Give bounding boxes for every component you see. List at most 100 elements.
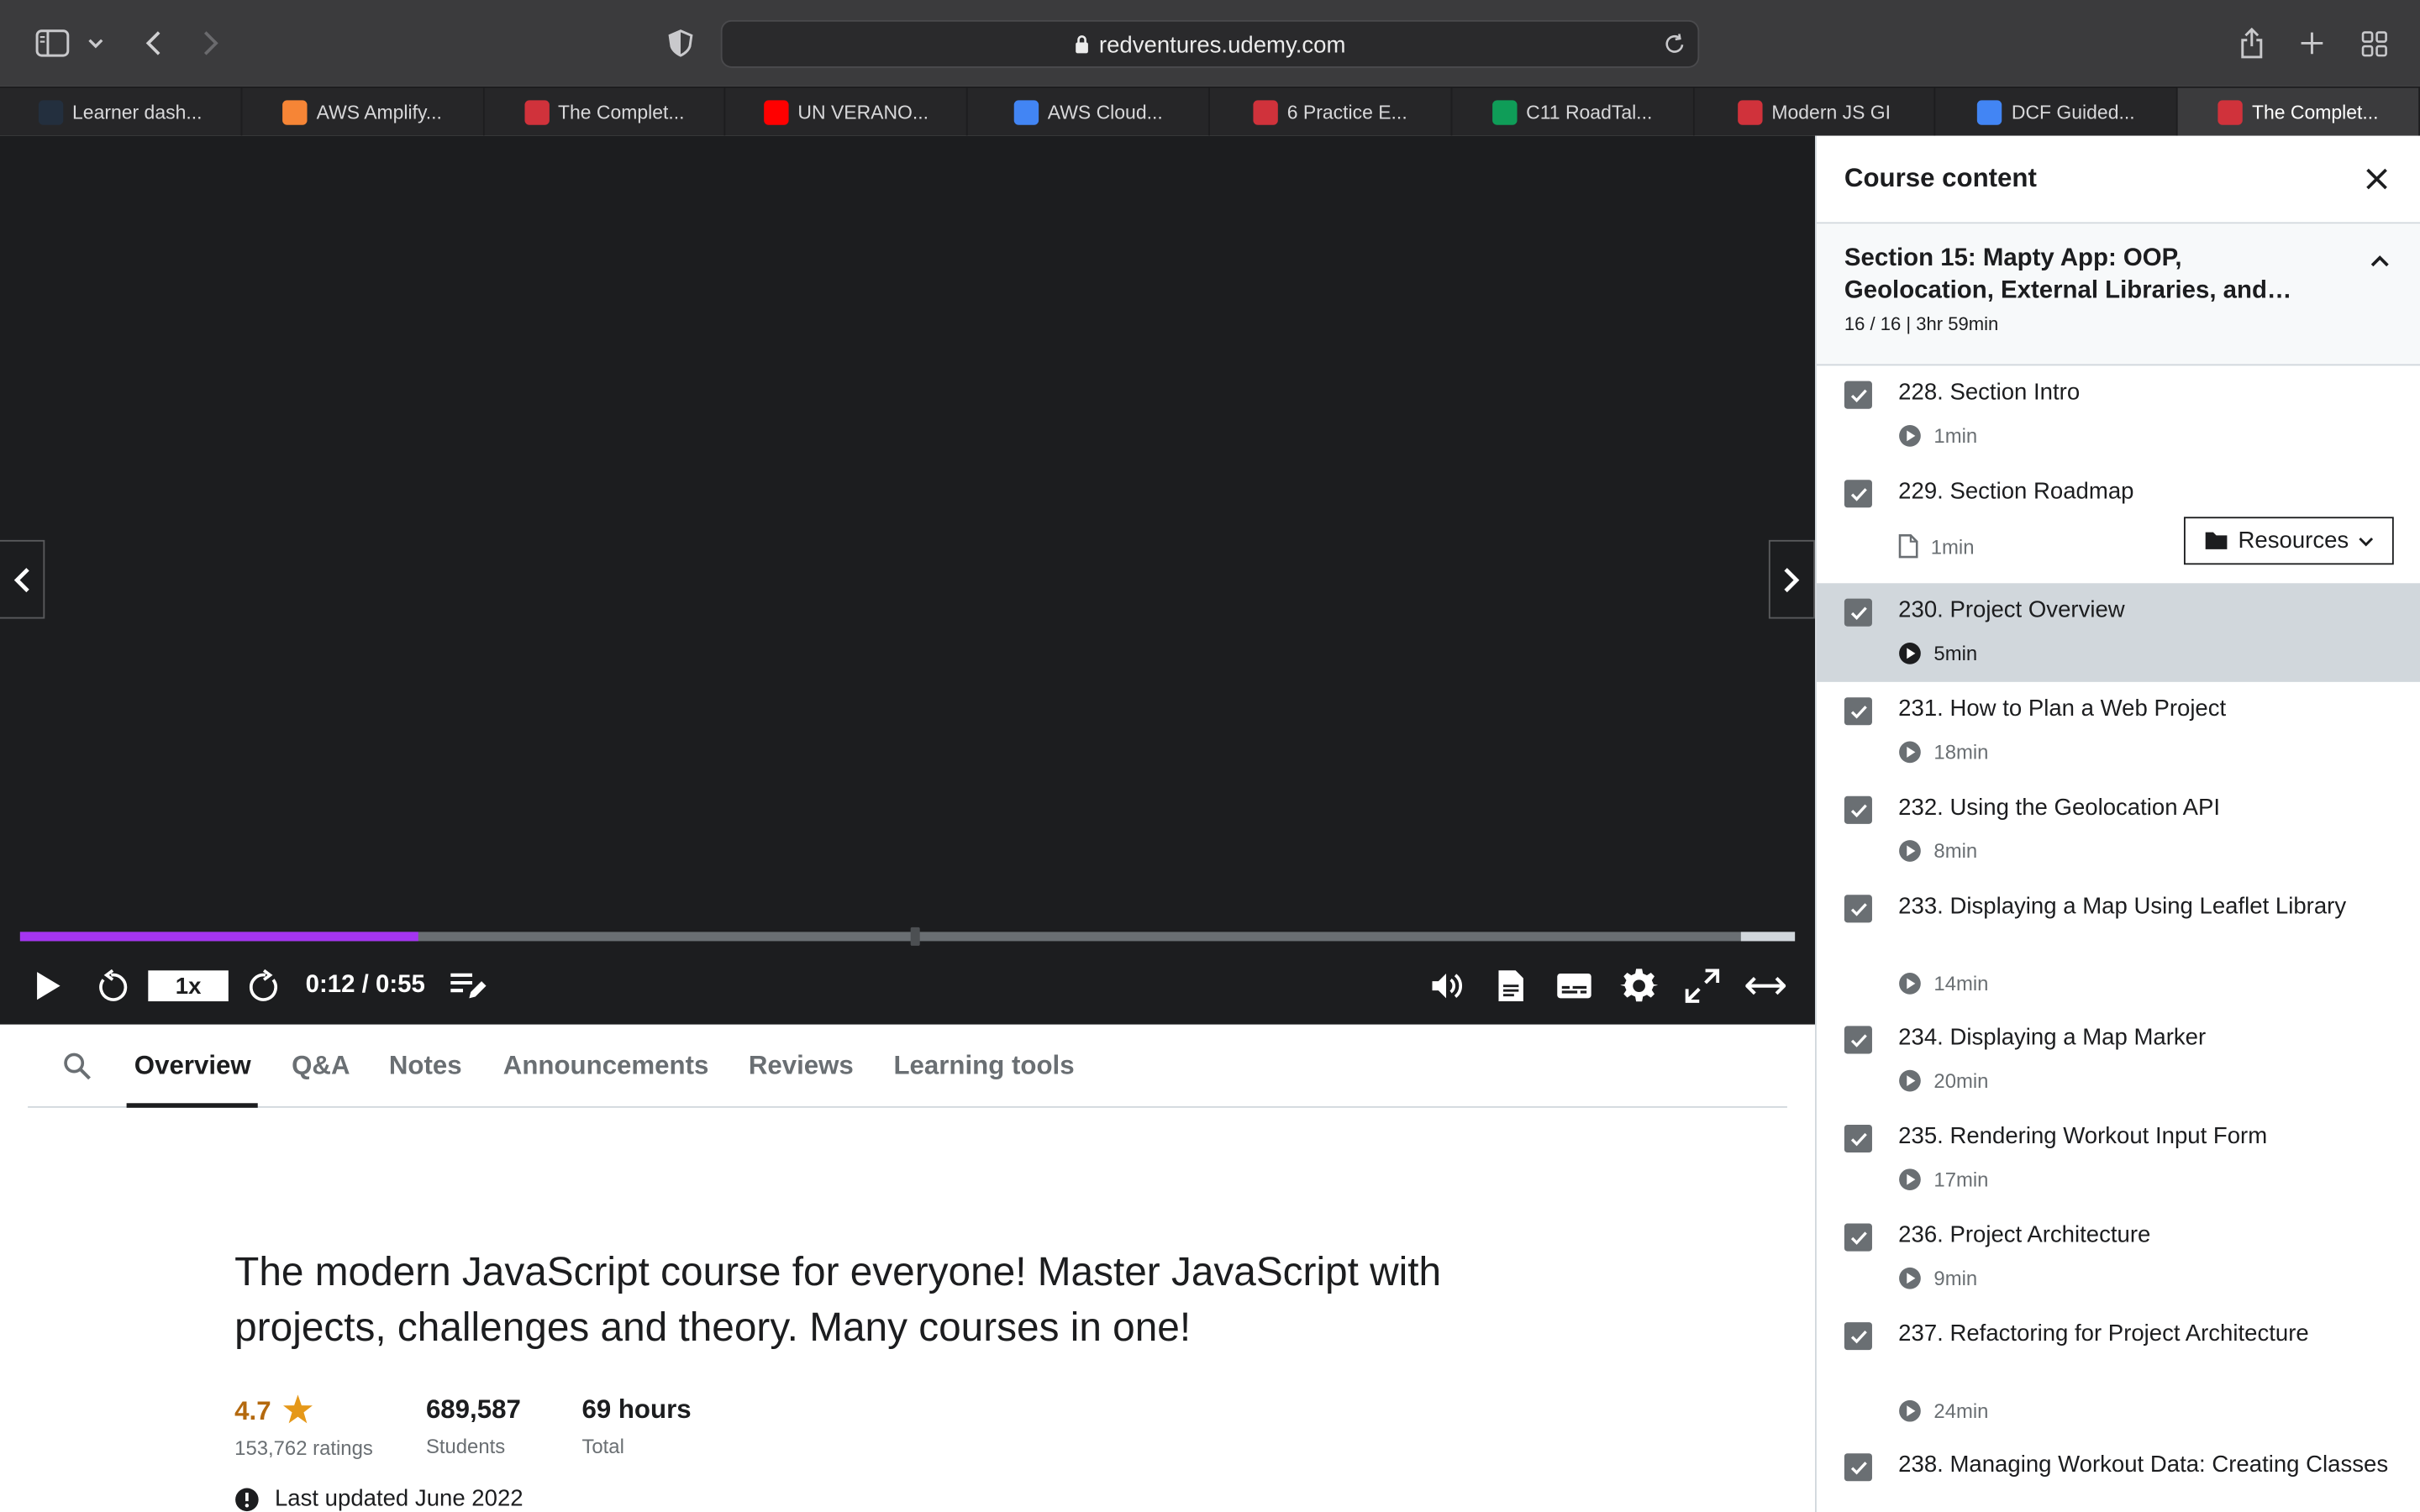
browser-tab[interactable]: DCF Guided...: [1936, 87, 2178, 136]
expand-width-button[interactable]: [1744, 966, 1787, 1006]
star-icon: [283, 1394, 313, 1424]
completed-checkbox[interactable]: [1844, 895, 1872, 923]
file-icon: [1898, 534, 1918, 559]
new-tab-icon[interactable]: [2295, 18, 2328, 68]
browser-tab[interactable]: AWS Cloud...: [968, 87, 1210, 136]
lecture-item[interactable]: 230. Project Overview 5min: [1816, 583, 2420, 682]
aws-favicon-icon: [38, 99, 64, 124]
progress-marker: [910, 927, 920, 946]
forward-icon[interactable]: [194, 18, 228, 68]
last-updated-text: Last updated June 2022: [274, 1485, 523, 1512]
last-updated: Last updated June 2022: [234, 1486, 523, 1512]
privacy-shield-icon[interactable]: [664, 18, 697, 68]
lecture-item[interactable]: 237. Refactoring for Project Architectur…: [1817, 1307, 2420, 1438]
reload-icon[interactable]: [1664, 33, 1688, 57]
course-tabs: Overview Q&A Notes Announcements Reviews…: [28, 1025, 1787, 1108]
back-icon[interactable]: [136, 18, 170, 68]
browser-tab[interactable]: The Complet...: [2177, 87, 2420, 136]
share-icon[interactable]: [2235, 18, 2269, 68]
completed-checkbox[interactable]: [1844, 598, 1872, 627]
checkmark-icon: [1849, 1231, 1866, 1244]
video-player[interactable]: 1x 0:12 / 0:55: [0, 135, 1816, 1025]
tab-qa[interactable]: Q&A: [292, 1051, 350, 1082]
chevron-down-icon[interactable]: [83, 18, 108, 68]
add-note-button[interactable]: [448, 966, 488, 1006]
browser-tab[interactable]: UN VERANO...: [726, 87, 968, 136]
completed-checkbox[interactable]: [1844, 1453, 1872, 1482]
lecture-item[interactable]: 238. Managing Workout Data: Creating Cla…: [1817, 1438, 2420, 1512]
forward-button[interactable]: [244, 966, 284, 1006]
udemy-favicon-icon: [2217, 99, 2243, 124]
hours-stat: 69 hours Total: [581, 1394, 691, 1457]
lecture-item[interactable]: 234. Displaying a Map Marker 20min: [1817, 1011, 2420, 1110]
browser-tab-label: The Complet...: [2251, 101, 2379, 123]
tab-overview-icon[interactable]: [2357, 18, 2391, 68]
browser-tab[interactable]: Modern JS GI: [1694, 87, 1936, 136]
transcript-button[interactable]: [1492, 966, 1529, 1006]
chevron-up-icon[interactable]: [2369, 249, 2391, 276]
browser-tab[interactable]: Learner dash...: [0, 87, 242, 136]
play-circle-icon: [1899, 840, 1921, 862]
students-stat: 689,587 Students: [426, 1394, 521, 1457]
browser-tab[interactable]: C11 RoadTal...: [1452, 87, 1694, 136]
search-icon[interactable]: [63, 1053, 91, 1088]
amplify-favicon-icon: [282, 99, 308, 124]
rewind-button[interactable]: [92, 966, 133, 1006]
fast-forward-icon: [249, 969, 277, 1001]
close-sidebar-button[interactable]: [2363, 165, 2391, 193]
previous-lecture-button[interactable]: [0, 539, 45, 619]
tab-reviews[interactable]: Reviews: [749, 1051, 854, 1082]
completed-checkbox[interactable]: [1844, 381, 1872, 409]
playback-speed-button[interactable]: 1x: [148, 970, 229, 1002]
resources-button[interactable]: Resources: [2183, 517, 2394, 565]
sidebar-toggle-icon[interactable]: [31, 18, 74, 68]
completed-checkbox[interactable]: [1844, 697, 1872, 726]
browser-tab-label: AWS Amplify...: [316, 101, 442, 123]
lecture-title: 238. Managing Workout Data: Creating Cla…: [1898, 1452, 2389, 1478]
tab-notes[interactable]: Notes: [389, 1051, 462, 1082]
video-progress-bar[interactable]: [19, 927, 1796, 946]
settings-button[interactable]: [1619, 966, 1660, 1006]
section-header[interactable]: Section 15: Mapty App: OOP, Geolocation,…: [1816, 223, 2420, 366]
note-edit-icon: [450, 973, 487, 999]
completed-checkbox[interactable]: [1844, 795, 1872, 824]
gear-icon: [1620, 969, 1658, 1002]
lecture-item[interactable]: 229. Section Roadmap 1min Resources: [1817, 465, 2420, 583]
completed-checkbox[interactable]: [1844, 1322, 1872, 1351]
rewind-icon: [99, 969, 128, 1001]
volume-icon: [1432, 973, 1462, 999]
lecture-item[interactable]: 232. Using the Geolocation API 8min: [1817, 780, 2420, 879]
captions-button[interactable]: [1555, 966, 1595, 1006]
browser-tab[interactable]: AWS Amplify...: [242, 87, 484, 136]
browser-tab[interactable]: The Complet...: [484, 87, 726, 136]
next-lecture-button[interactable]: [1768, 539, 1816, 619]
address-bar[interactable]: redventures.udemy.com: [720, 19, 1700, 68]
completed-checkbox[interactable]: [1844, 1026, 1872, 1054]
completed-checkbox[interactable]: [1844, 1124, 1872, 1153]
course-content-sidebar: Course content Section 15: Mapty App: OO…: [1815, 135, 2420, 1512]
lecture-duration: 18min: [1898, 741, 1988, 764]
play-button[interactable]: [31, 966, 65, 1006]
completed-checkbox[interactable]: [1844, 1223, 1872, 1252]
lecture-item[interactable]: 231. How to Plan a Web Project 18min: [1817, 682, 2420, 781]
tab-announcements[interactable]: Announcements: [503, 1051, 709, 1082]
students-label: Students: [425, 1435, 506, 1458]
time-display: 0:12 / 0:55: [305, 972, 425, 999]
lecture-item[interactable]: 233. Displaying a Map Using Leaflet Libr…: [1817, 879, 2420, 1011]
captions-icon: [1557, 973, 1591, 999]
lecture-item[interactable]: 235. Rendering Workout Input Form 17min: [1817, 1110, 2420, 1209]
tab-overview[interactable]: Overview: [134, 1051, 251, 1082]
url-text: redventures.udemy.com: [723, 33, 1698, 59]
browser-tab[interactable]: 6 Practice E...: [1210, 87, 1452, 136]
tab-learning-tools[interactable]: Learning tools: [893, 1051, 1074, 1082]
completed-checkbox[interactable]: [1844, 480, 1872, 508]
checkmark-icon: [1849, 902, 1866, 916]
lecture-item[interactable]: 228. Section Intro 1min: [1817, 365, 2420, 465]
progress-buffered: [1740, 932, 1796, 942]
fullscreen-button[interactable]: [1684, 966, 1721, 1006]
browser-toolbar: redventures.udemy.com: [0, 0, 2420, 87]
volume-button[interactable]: [1428, 966, 1468, 1006]
browser-tab-label: AWS Cloud...: [1047, 101, 1163, 123]
lecture-item[interactable]: 236. Project Architecture 9min: [1817, 1208, 2420, 1307]
browser-tab-label: C11 RoadTal...: [1526, 101, 1653, 123]
